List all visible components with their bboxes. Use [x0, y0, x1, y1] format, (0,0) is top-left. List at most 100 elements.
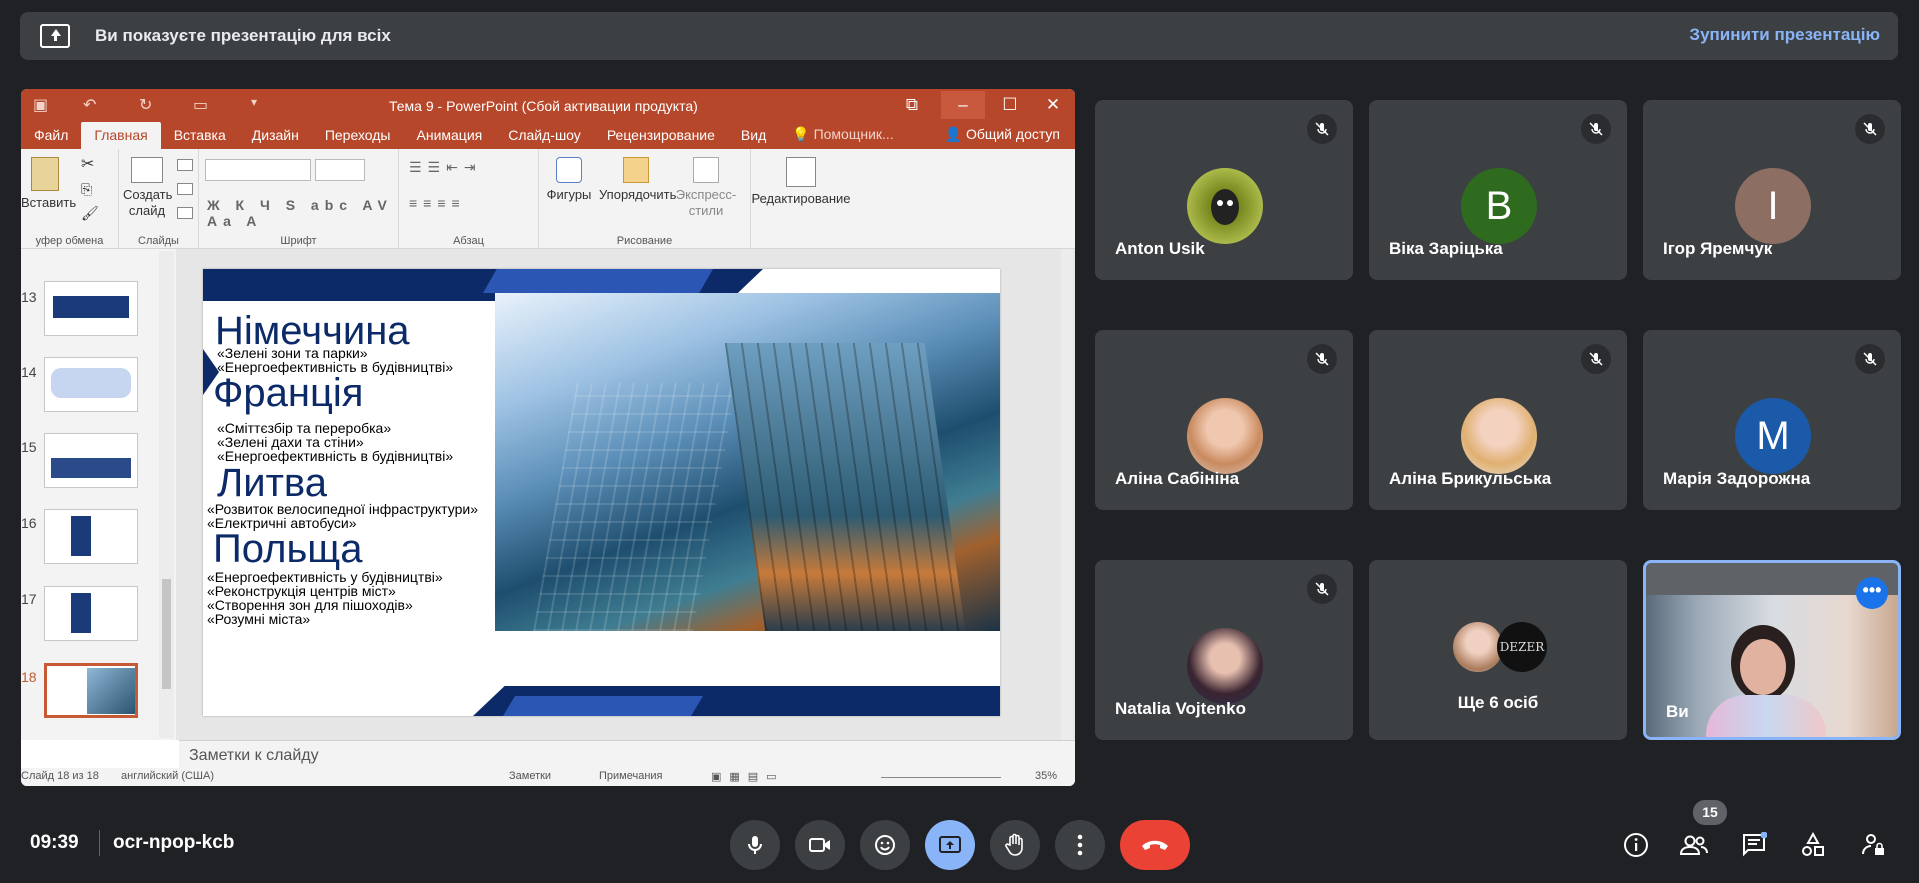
participant-tile[interactable]: Аліна Сабініна	[1095, 330, 1353, 510]
participant-tile[interactable]: Natalia Vojtenko	[1095, 560, 1353, 740]
minimize-button[interactable]: –	[941, 91, 985, 119]
slide-thumbnail-14[interactable]	[44, 357, 138, 412]
reset-icon[interactable]	[177, 183, 193, 195]
tab-review[interactable]: Рецензирование	[594, 127, 728, 149]
present-button[interactable]	[925, 820, 975, 870]
tab-design[interactable]: Дизайн	[239, 127, 312, 149]
close-window-button[interactable]: ✕	[1031, 91, 1075, 119]
slide-thumbnail-18[interactable]	[44, 663, 138, 718]
quick-styles-icon	[693, 157, 719, 183]
slide-thumbnail-13[interactable]	[44, 281, 138, 336]
mic-muted-icon	[1307, 114, 1337, 144]
thumb-number: 14	[21, 364, 37, 380]
raise-hand-button[interactable]	[990, 820, 1040, 870]
tab-view[interactable]: Вид	[728, 127, 779, 149]
tab-insert[interactable]: Вставка	[161, 127, 239, 149]
thumbnails-scrollbar[interactable]	[159, 251, 174, 738]
slideshow-icon[interactable]: ▭	[193, 95, 208, 115]
slide-scrollbar[interactable]	[1061, 249, 1073, 740]
new-slide-label-1: Создать	[123, 187, 173, 202]
tab-animations[interactable]: Анимация	[404, 127, 496, 149]
meeting-controls: 09:39 ocr-npop-kcb	[0, 805, 1919, 883]
quick-styles-button[interactable]: Экспресс- стили	[673, 157, 739, 219]
notes-toggle[interactable]: Заметки	[509, 770, 551, 782]
people-icon	[1679, 835, 1708, 855]
tab-file[interactable]: Файл	[21, 127, 81, 149]
stop-presenting-button[interactable]: Зупинити презентацію	[1689, 25, 1880, 45]
camera-button[interactable]	[795, 820, 845, 870]
participant-name: Віка Заріцька	[1389, 239, 1503, 258]
font-size-dropdown[interactable]	[315, 159, 365, 181]
self-tile[interactable]: ••• Ви	[1643, 560, 1901, 740]
notes-placeholder: Заметки к слайду	[189, 747, 319, 764]
more-options-button[interactable]: •••	[1856, 577, 1888, 609]
notes-pane[interactable]: Заметки к слайду	[179, 740, 1075, 768]
language-indicator[interactable]: английский (США)	[121, 770, 214, 782]
current-slide[interactable]: Німеччина «Зелені зони та парки» «Енерго…	[203, 269, 1000, 716]
meeting-info-button[interactable]	[1618, 827, 1654, 863]
zoom-slider[interactable]	[881, 777, 1001, 778]
slide-top-stripe-light	[483, 269, 713, 293]
section-icon[interactable]	[177, 207, 193, 219]
save-icon[interactable]: ▣	[33, 95, 48, 115]
paste-label: Вставить	[21, 195, 77, 210]
shapes-button[interactable]: Фигуры	[545, 157, 593, 203]
avatar: І	[1735, 168, 1811, 244]
group-font: Ж К Ч S abc AV Aa A Шрифт	[199, 149, 399, 249]
layout-icon[interactable]	[177, 159, 193, 171]
others-count-label: Ще 6 осіб	[1457, 693, 1539, 712]
thumb-number: 13	[21, 289, 37, 305]
emoji-icon	[875, 835, 895, 855]
participant-tile[interactable]: М Марія Задорожна	[1643, 330, 1901, 510]
participant-tile[interactable]: Аліна Брикульська	[1369, 330, 1627, 510]
others-tile[interactable]: DEZER Ще 6 осіб	[1369, 560, 1627, 740]
tab-home[interactable]: Главная	[81, 122, 161, 149]
zoom-level[interactable]: 35%	[1035, 770, 1057, 782]
leave-call-button[interactable]	[1120, 820, 1190, 870]
more-options-button[interactable]	[1055, 820, 1105, 870]
format-painter-icon[interactable]: 🖌	[81, 205, 99, 221]
avatar	[1187, 398, 1263, 474]
thumb-number: 16	[21, 515, 37, 531]
maximize-button[interactable]: ☐	[988, 91, 1032, 119]
align-buttons[interactable]: ≡≡≡≡	[409, 195, 466, 211]
people-button[interactable]	[1676, 827, 1712, 863]
self-video-face	[1740, 639, 1786, 695]
participant-tile[interactable]: В Віка Заріцька	[1369, 100, 1627, 280]
present-screen-icon	[939, 836, 961, 853]
avatar	[1187, 628, 1263, 704]
host-controls-button[interactable]	[1855, 827, 1891, 863]
copy-icon[interactable]: ⎘	[81, 181, 92, 197]
scrollbar-thumb[interactable]	[162, 579, 171, 689]
participant-name: Natalia Vojtenko	[1115, 699, 1246, 718]
view-buttons[interactable]: ▣▦▤▭	[711, 770, 785, 783]
participant-tile[interactable]: І Ігор Яремчук	[1643, 100, 1901, 280]
editing-button[interactable]: Редактирование	[751, 157, 851, 207]
font-format-buttons[interactable]: Ж К Ч S abc AV Aa A	[207, 197, 398, 229]
ribbon-display-icon[interactable]: ⧉	[890, 91, 934, 119]
tab-slideshow[interactable]: Слайд-шоу	[495, 127, 594, 149]
microphone-button[interactable]	[730, 820, 780, 870]
cut-icon[interactable]: ✂	[81, 157, 94, 173]
list-buttons[interactable]: ☰☰⇤⇥	[409, 159, 482, 176]
chat-button[interactable]	[1736, 827, 1772, 863]
thumb-number: 15	[21, 439, 37, 455]
slide-thumbnail-15[interactable]	[44, 433, 138, 488]
font-name-dropdown[interactable]	[205, 159, 311, 181]
tab-transitions[interactable]: Переходы	[312, 127, 404, 149]
new-slide-button[interactable]: Создать слайд	[123, 157, 173, 219]
undo-icon[interactable]: ↶	[83, 95, 96, 115]
avatar	[1187, 168, 1263, 244]
activities-button[interactable]	[1795, 827, 1831, 863]
slide-thumbnail-16[interactable]	[44, 509, 138, 564]
slide-thumbnail-17[interactable]	[44, 586, 138, 641]
reactions-button[interactable]	[860, 820, 910, 870]
share-button[interactable]: 👤 Общий доступ	[945, 126, 1060, 143]
participant-tile[interactable]: Anton Usik	[1095, 100, 1353, 280]
tab-tellme[interactable]: 💡 Помощник...	[779, 126, 906, 149]
customize-qat-icon[interactable]: ▾	[251, 95, 257, 109]
arrange-button[interactable]: Упорядочить	[599, 157, 676, 203]
comments-toggle[interactable]: Примечания	[599, 770, 663, 782]
redo-icon[interactable]: ↻	[139, 95, 152, 115]
paste-button[interactable]: Вставить	[21, 157, 76, 211]
